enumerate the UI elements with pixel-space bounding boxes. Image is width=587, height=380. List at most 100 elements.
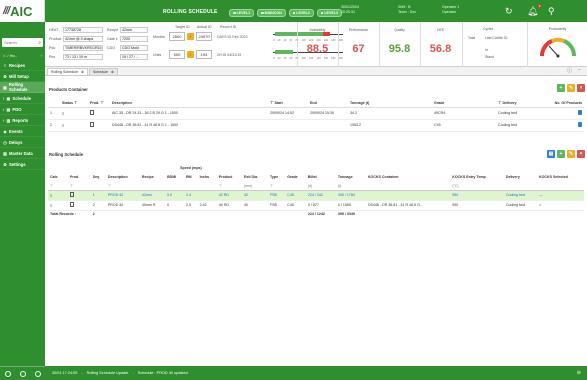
product-count-tag[interactable] xyxy=(578,122,582,127)
selected-cell[interactable]: — xyxy=(537,190,584,200)
col-product[interactable]: Product xyxy=(217,172,242,182)
col-delivery[interactable]: Delivery xyxy=(504,172,537,182)
tab-schedule[interactable]: Schedule ⊗ xyxy=(89,68,119,75)
sidebar-item-pdo[interactable]: › ▤ PDO xyxy=(0,104,45,115)
end-cell xyxy=(308,119,348,131)
sidebar-search-input[interactable] xyxy=(4,40,34,45)
col-status[interactable]: Status ⊤ xyxy=(60,99,88,107)
sidebar-item-label: Master Data xyxy=(9,150,33,156)
col-billet[interactable]: Billet xyxy=(306,172,336,182)
power-icon[interactable] xyxy=(4,370,11,377)
col-tonnage[interactable]: Tonnage (t) xyxy=(348,99,432,107)
delete-schedule-button[interactable]: × xyxy=(577,150,585,158)
tab-rolling-schedule[interactable]: Rolling Schedule ⊗ xyxy=(47,68,88,75)
col-calc[interactable]: Calc xyxy=(48,172,68,182)
col-kocks-container[interactable]: KOCKS Container xyxy=(366,172,450,182)
add-product-button[interactable]: + xyxy=(557,84,565,92)
sidebar-item-settings[interactable]: ⚙ Settings xyxy=(0,159,45,170)
level-button-1[interactable]: LEVEL1 xyxy=(229,9,255,17)
document-icon[interactable] xyxy=(90,122,94,127)
search-icon[interactable]: ⌕ xyxy=(38,40,41,46)
speed-group-header: Speed (mps) xyxy=(180,166,202,170)
col-type[interactable]: Type xyxy=(268,172,285,182)
col-grade[interactable]: Grade xyxy=(285,172,306,182)
status-expand-icon[interactable]: ⊖ xyxy=(577,370,581,376)
prod-cell xyxy=(88,107,110,119)
delete-product-button[interactable]: × xyxy=(577,84,585,92)
col-prod-[interactable]: Prod. xyxy=(68,172,91,182)
sidebar-item-events[interactable]: ◈ Events xyxy=(0,126,45,137)
col-exit-dia-[interactable]: Exit Dia. xyxy=(242,172,268,182)
list-icon[interactable]: ≡ xyxy=(50,203,52,208)
document-icon[interactable] xyxy=(70,202,74,207)
col-tonnage[interactable]: Tonnage xyxy=(336,172,366,182)
table-row[interactable]: 2 ≡ DS448 - DR 38.81 - 41 R 48.8 G 1 - 150… xyxy=(48,119,584,131)
scale-tick: 60 xyxy=(289,39,293,42)
filter-icon[interactable]: ⊤ xyxy=(217,182,242,190)
sidebar-item-mill-setup[interactable]: ⚙ Mill Setup xyxy=(0,71,45,82)
col-grade[interactable]: Grade xyxy=(432,99,496,107)
user-circle-icon[interactable] xyxy=(34,370,41,377)
filter-icon[interactable]: ⊤ xyxy=(48,182,68,190)
col-rm[interactable]: RM xyxy=(184,172,198,182)
table-row[interactable]: ≡ 1 PROD 42 42mm 0.0 2.4 42 RD 42 FSB C45 224 / 34… xyxy=(48,190,584,200)
sidebar-item-label: Delays xyxy=(9,139,23,145)
sidebar-item-rolling-schedule[interactable]: ▦ Rolling Schedule xyxy=(0,82,45,93)
master-data-icon: ▧ xyxy=(3,150,7,156)
collapse-icon[interactable]: − xyxy=(578,67,581,74)
document-icon[interactable] xyxy=(90,110,94,115)
level-button-2[interactable]: MAINCON xyxy=(257,9,286,17)
sidebar-search[interactable]: ⌕ xyxy=(2,38,43,47)
level-button-3[interactable]: LEVEL2 xyxy=(288,9,314,17)
col-kocks-selected[interactable]: KOCKS Selected xyxy=(537,172,584,182)
refresh-icon[interactable]: ↻ xyxy=(505,6,513,17)
col-prod[interactable]: Prod. ⊤ xyxy=(88,99,110,107)
sidebar-item-schedule[interactable]: › ▣ Schedule xyxy=(0,93,45,104)
info-icon[interactable] xyxy=(19,370,26,377)
sidebar-item-delays[interactable]: ◷ Delays xyxy=(0,137,45,148)
save-schedule-button[interactable]: ▤ xyxy=(547,150,555,158)
col-end[interactable]: End xyxy=(308,99,348,107)
sidebar-item-master-data[interactable]: ▧ Master Data xyxy=(0,148,45,159)
list-icon[interactable]: ≡ xyxy=(50,193,52,198)
rm-cell: 2.4 xyxy=(185,193,191,197)
col-recipe[interactable]: Recipe xyxy=(140,172,165,182)
kocks-temp-cell: 950 xyxy=(452,203,459,207)
selected-cell[interactable]: ✓ xyxy=(537,200,584,210)
col-start[interactable]: ⊤ Start xyxy=(268,99,308,107)
col-bdmi[interactable]: BDMI xyxy=(165,172,184,182)
sidebar-item-reports[interactable]: › ▥ Reports xyxy=(0,115,45,126)
col-kocks-entry-temp[interactable]: KOCKS Entry Temp xyxy=(450,172,504,182)
col-inchs[interactable]: Inchs xyxy=(198,172,217,182)
col-description[interactable]: Description xyxy=(106,172,140,182)
table-row[interactable]: ≡ 2 PROD 40 40mm R 0 2.5 2.42 40 RD 40 FSB C45 0 / … xyxy=(48,200,584,210)
bell-icon[interactable]: 🔔︎ 2 xyxy=(527,4,542,17)
help-icon[interactable]: ⓘ xyxy=(567,67,572,74)
pdo-label: Pdo xyxy=(49,46,56,50)
col-delivery[interactable]: ⊤ Delivery xyxy=(496,99,552,107)
filter-icon[interactable]: ⊤ xyxy=(68,182,91,190)
filter-icon[interactable]: ⊤ xyxy=(106,182,140,190)
cdo-label: CDO xyxy=(107,46,115,50)
status-dot-icon xyxy=(320,11,324,15)
document-icon[interactable] xyxy=(70,192,74,197)
col-seq[interactable]: Seq xyxy=(91,172,106,182)
notification-badge: 2 xyxy=(537,4,542,8)
edit-schedule-button[interactable]: ✎ xyxy=(567,150,575,158)
col-no-of-products[interactable]: No. Of Products xyxy=(552,99,584,107)
table-row[interactable]: 1 ≡ AIC 35 - DR 24.31 - 36.2 B 29 G 1 - 15… xyxy=(48,107,584,119)
add-schedule-button[interactable]: + xyxy=(557,150,565,158)
filter-icon[interactable]: ⊤ xyxy=(268,182,285,190)
list-icon[interactable]: ≡ xyxy=(62,111,64,116)
list-icon[interactable]: ≡ xyxy=(62,123,64,128)
close-icon[interactable]: ⊗ xyxy=(81,70,84,74)
sidebar-home[interactable]: ⌂ / Ho.. › xyxy=(0,51,45,60)
close-icon[interactable]: ⊗ xyxy=(111,70,114,74)
recipe-value: 42mm xyxy=(120,27,148,33)
edit-product-button[interactable]: ✎ xyxy=(567,84,575,92)
col-description[interactable]: Description xyxy=(110,99,268,107)
user-icon[interactable]: ⚲ xyxy=(548,6,555,17)
product-count-tag[interactable] xyxy=(578,110,582,115)
sidebar-item-recipes[interactable]: ≡ Recipes xyxy=(0,60,45,71)
level-button-4[interactable]: LEVEL3 xyxy=(316,9,342,17)
